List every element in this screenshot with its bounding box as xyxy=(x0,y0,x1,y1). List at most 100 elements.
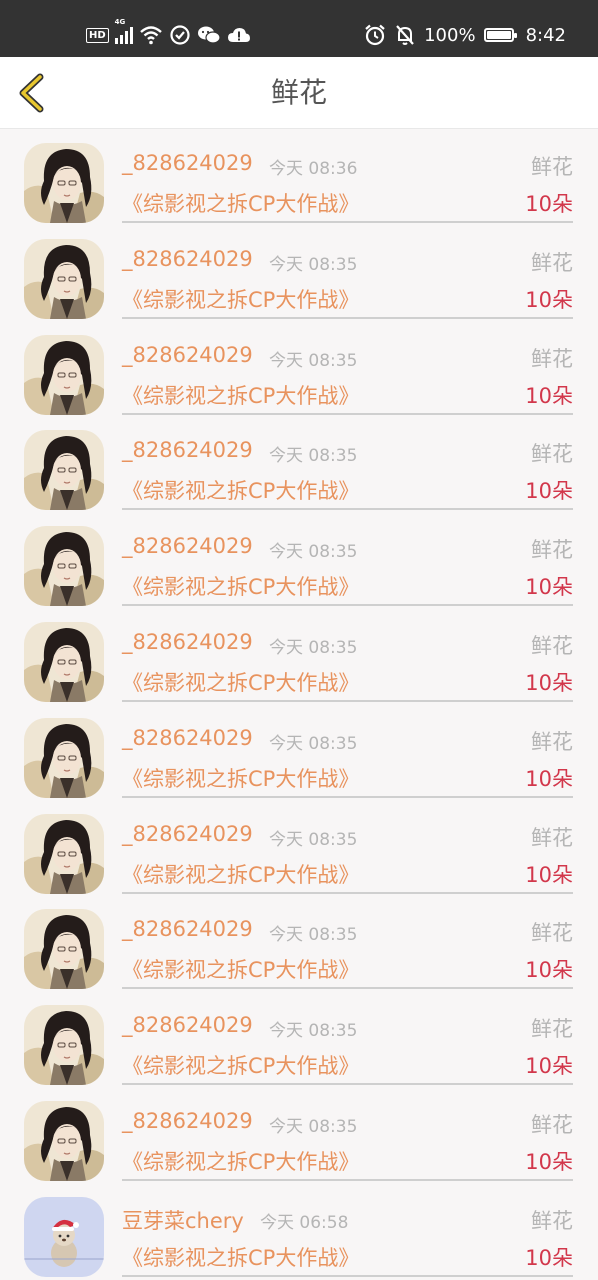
book-title[interactable]: 《综影视之拆CP大作战》 xyxy=(122,380,359,410)
avatar[interactable] xyxy=(24,334,104,415)
alarm-icon xyxy=(365,24,385,46)
signal-icon: 4G xyxy=(114,18,133,44)
hd-icon: HD xyxy=(86,27,109,43)
divider xyxy=(122,604,573,607)
gift-amount: 10朵 xyxy=(525,479,573,504)
list-item[interactable]: _828624029 今天 08:35 鲜花 《综影视之拆CP大作战》 10朵 xyxy=(0,416,598,512)
book-title[interactable]: 《综影视之拆CP大作战》 xyxy=(122,1146,359,1176)
gift-type: 鲜花 xyxy=(531,538,573,563)
page-title: 鲜花 xyxy=(270,76,327,109)
avatar[interactable] xyxy=(24,1100,104,1181)
user-name[interactable]: _828624029 xyxy=(122,917,253,941)
book-title[interactable]: 《综影视之拆CP大作战》 xyxy=(122,763,359,793)
avatar[interactable] xyxy=(24,813,104,894)
avatar[interactable] xyxy=(24,1005,104,1086)
book-title[interactable]: 《综影视之拆CP大作战》 xyxy=(122,188,359,218)
wifi-icon xyxy=(139,26,162,45)
chevron-left-icon xyxy=(19,73,44,113)
avatar[interactable] xyxy=(24,430,104,511)
avatar[interactable] xyxy=(24,143,104,223)
book-title[interactable]: 《综影视之拆CP大作战》 xyxy=(122,1050,359,1080)
battery-fill xyxy=(486,31,511,39)
book-title[interactable]: 《综影视之拆CP大作战》 xyxy=(122,475,359,505)
list-item[interactable]: _828624029 今天 08:35 鲜花 《综影视之拆CP大作战》 10朵 xyxy=(0,512,598,608)
timestamp: 今天 06:58 xyxy=(260,1212,349,1233)
book-title[interactable]: 《综影视之拆CP大作战》 xyxy=(122,859,359,889)
book-title[interactable]: 《综影视之拆CP大作战》 xyxy=(122,954,359,984)
timestamp: 今天 08:35 xyxy=(269,925,358,946)
divider xyxy=(122,987,573,990)
gift-list[interactable]: _828624029 今天 08:36 鲜花 《综影视之拆CP大作战》 10朵 … xyxy=(0,129,598,1279)
gift-amount: 10朵 xyxy=(525,670,573,695)
divider xyxy=(122,1178,573,1181)
list-item[interactable]: _828624029 今天 08:35 鲜花 《综影视之拆CP大作战》 10朵 xyxy=(0,991,598,1087)
gift-type: 鲜花 xyxy=(531,1017,573,1042)
list-item[interactable]: _828624029 今天 08:36 鲜花 《综影视之拆CP大作战》 10朵 xyxy=(0,129,598,225)
user-name[interactable]: _828624029 xyxy=(122,1013,253,1037)
gift-amount: 10朵 xyxy=(525,383,573,408)
book-title[interactable]: 《综影视之拆CP大作战》 xyxy=(122,667,359,697)
user-name[interactable]: _828624029 xyxy=(122,534,253,558)
gift-amount: 10朵 xyxy=(525,766,573,791)
gift-type: 鲜花 xyxy=(531,825,573,850)
timestamp: 今天 08:35 xyxy=(269,446,358,467)
timestamp: 今天 08:35 xyxy=(269,542,358,563)
divider xyxy=(122,221,573,223)
list-item[interactable]: _828624029 今天 08:35 鲜花 《综影视之拆CP大作战》 10朵 xyxy=(0,225,598,321)
clock: 8:42 xyxy=(525,24,566,46)
divider xyxy=(122,316,573,319)
divider xyxy=(122,1083,573,1086)
timestamp: 今天 08:35 xyxy=(269,1116,358,1137)
avatar[interactable] xyxy=(24,717,104,798)
gift-amount: 10朵 xyxy=(525,287,573,312)
list-item[interactable]: _828624029 今天 08:35 鲜花 《综影视之拆CP大作战》 10朵 xyxy=(0,321,598,417)
divider xyxy=(122,699,573,702)
avatar[interactable] xyxy=(24,621,104,702)
gift-amount: 10朵 xyxy=(525,862,573,887)
list-item[interactable]: _828624029 今天 08:35 鲜花 《综影视之拆CP大作战》 10朵 xyxy=(0,1087,598,1183)
user-name[interactable]: _828624029 xyxy=(122,726,253,750)
back-button[interactable] xyxy=(14,73,54,113)
status-right: 100% 8:42 xyxy=(364,21,566,49)
list-item[interactable]: _828624029 今天 08:35 鲜花 《综影视之拆CP大作战》 10朵 xyxy=(0,895,598,991)
divider xyxy=(122,795,573,798)
gift-type: 鲜花 xyxy=(531,442,573,467)
timestamp: 今天 08:35 xyxy=(269,637,358,658)
gift-type: 鲜花 xyxy=(531,1112,573,1137)
user-name[interactable]: _828624029 xyxy=(122,822,253,846)
user-name[interactable]: _828624029 xyxy=(122,630,253,654)
gift-amount: 10朵 xyxy=(525,192,573,216)
user-name[interactable]: _828624029 xyxy=(122,151,253,175)
book-title[interactable]: 《综影视之拆CP大作战》 xyxy=(122,1242,359,1272)
user-name[interactable]: _828624029 xyxy=(122,438,253,462)
avatar[interactable] xyxy=(24,909,104,990)
book-title[interactable]: 《综影视之拆CP大作战》 xyxy=(122,284,359,314)
gift-type: 鲜花 xyxy=(531,921,573,946)
user-name[interactable]: _828624029 xyxy=(122,247,253,271)
sync-icon xyxy=(170,25,190,45)
gift-type: 鲜花 xyxy=(531,346,573,371)
divider xyxy=(122,508,573,511)
list-item[interactable]: _828624029 今天 08:35 鲜花 《综影视之拆CP大作战》 10朵 xyxy=(0,704,598,800)
timestamp: 今天 08:35 xyxy=(269,254,358,275)
user-name[interactable]: _828624029 xyxy=(122,1109,253,1133)
gift-amount: 10朵 xyxy=(525,575,573,600)
avatar[interactable] xyxy=(24,1196,104,1277)
gift-amount: 10朵 xyxy=(525,1054,573,1079)
timestamp: 今天 08:36 xyxy=(269,159,358,179)
book-title[interactable]: 《综影视之拆CP大作战》 xyxy=(122,571,359,601)
gift-type: 鲜花 xyxy=(531,250,573,275)
status-left: HD 4G xyxy=(86,18,251,47)
avatar[interactable] xyxy=(24,238,104,319)
timestamp: 今天 08:35 xyxy=(269,829,358,850)
avatar[interactable] xyxy=(24,526,104,607)
battery-icon xyxy=(483,28,517,42)
list-item[interactable]: _828624029 今天 08:35 鲜花 《综影视之拆CP大作战》 10朵 xyxy=(0,800,598,896)
list-item[interactable]: _828624029 今天 08:35 鲜花 《综影视之拆CP大作战》 10朵 xyxy=(0,608,598,704)
battery-percent: 100% xyxy=(424,24,476,46)
user-name[interactable]: _828624029 xyxy=(122,343,253,367)
list-item[interactable]: 豆芽菜chery 今天 06:58 鲜花 《综影视之拆CP大作战》 10朵 xyxy=(0,1183,598,1279)
wechat-icon xyxy=(197,26,221,44)
gift-amount: 10朵 xyxy=(525,1245,573,1270)
user-name[interactable]: 豆芽菜chery xyxy=(122,1205,244,1235)
